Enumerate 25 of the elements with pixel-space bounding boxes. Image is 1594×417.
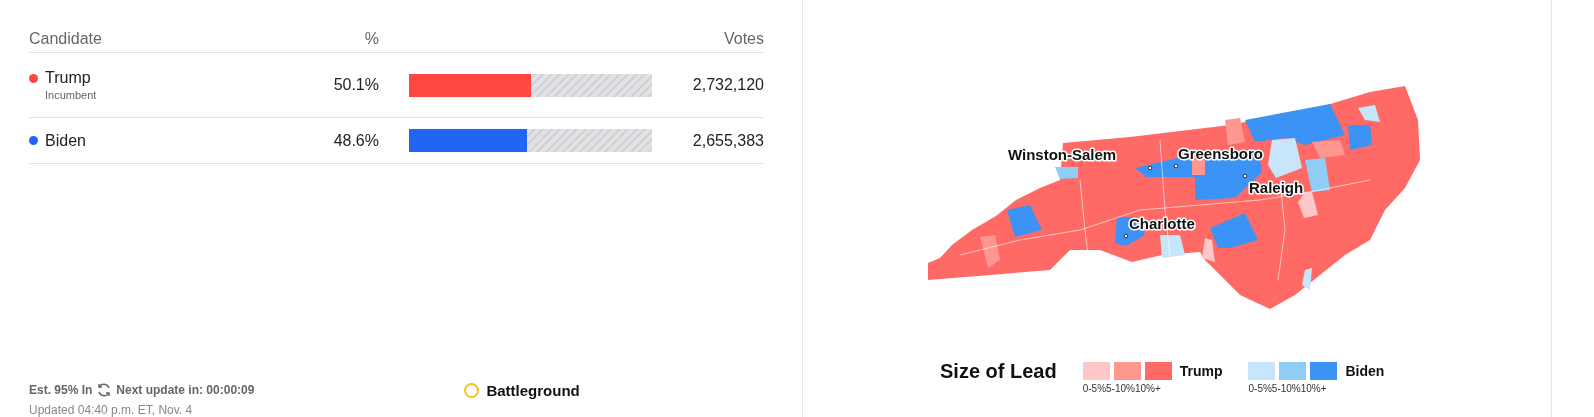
legend-range: 0-5% — [1248, 383, 1272, 394]
vote-percent: 48.6% — [332, 131, 379, 150]
legend-range: 5-10% — [1106, 383, 1135, 394]
column-header: Candidate — [29, 30, 103, 48]
reporting-status: Est. 95% In — [29, 383, 93, 397]
legend-range: 10%+ — [1134, 383, 1161, 394]
legend-range: 10%+ — [1300, 383, 1327, 394]
legend-range: 0-5% — [1082, 383, 1107, 394]
next-update: Next update in: 00:00:09 — [116, 383, 255, 397]
candidate-note: Incumbent — [45, 89, 98, 101]
legend-title: Size of Lead — [940, 360, 1057, 383]
city-label: Winston-Salem — [1008, 146, 1117, 163]
legend-label: Trump — [1179, 363, 1223, 379]
candidate-name: Trump — [45, 69, 91, 87]
city-label: Raleigh — [1249, 179, 1304, 196]
legend-range: 5-10% — [1271, 383, 1301, 394]
vote-percent: 50.1% — [332, 76, 379, 94]
legend-label: Biden — [1345, 363, 1385, 379]
column-header: Votes — [722, 30, 764, 48]
vote-count: 2,655,383 — [691, 131, 764, 150]
battleground-label: Battleground — [486, 382, 580, 399]
vote-count: 2,732,120 — [691, 76, 764, 94]
updated-time: Updated 04:40 p.m. ET, Nov. 4 — [29, 403, 194, 417]
column-header: % — [363, 30, 379, 48]
candidate-name: Biden — [45, 131, 86, 150]
